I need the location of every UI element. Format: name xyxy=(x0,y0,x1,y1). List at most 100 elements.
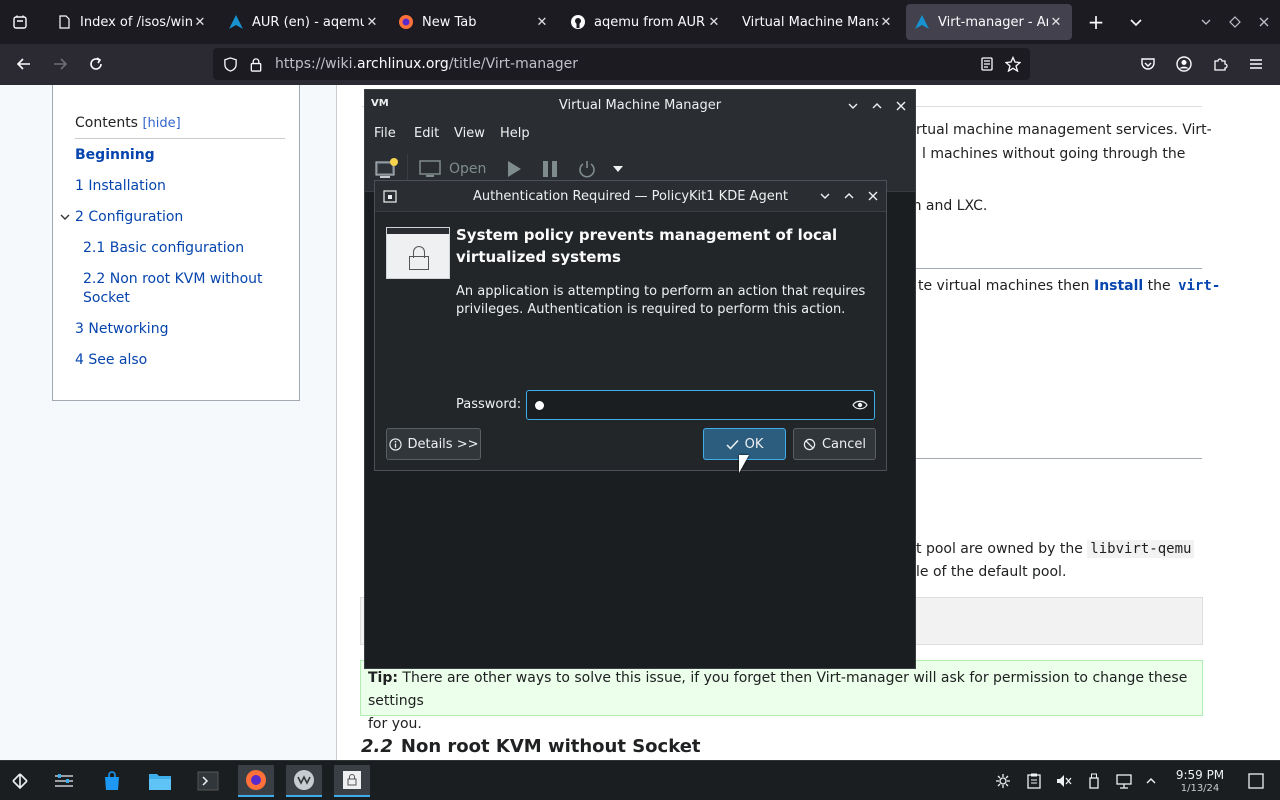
minimize-window-icon[interactable] xyxy=(1190,0,1222,44)
package-code: virt- xyxy=(1178,278,1221,294)
close-icon[interactable] xyxy=(863,186,883,206)
chevron-up-icon[interactable] xyxy=(1141,771,1161,791)
tab-virtual-machine-manager[interactable]: Virtual Machine Mana ✕ xyxy=(734,4,902,40)
tip-text: There are other ways to solve this issue… xyxy=(368,670,1188,709)
maximize-window-icon[interactable] xyxy=(1219,0,1251,44)
password-field[interactable] xyxy=(526,390,875,420)
taskbar-auth-agent[interactable] xyxy=(334,765,370,797)
new-vm-button[interactable] xyxy=(375,157,399,181)
system-settings-button[interactable] xyxy=(46,765,82,797)
taskbar-firefox[interactable] xyxy=(238,765,274,797)
back-button[interactable] xyxy=(8,48,40,80)
launcher-icon xyxy=(12,773,28,790)
ok-label: OK xyxy=(744,436,764,452)
chevron-down-icon[interactable] xyxy=(843,96,863,116)
tab-new-tab[interactable]: New Tab ✕ xyxy=(390,4,558,40)
toc-item-networking[interactable]: 3 Networking xyxy=(75,320,168,339)
clipboard-icon[interactable] xyxy=(1024,771,1044,791)
pause-vm-button[interactable] xyxy=(542,157,558,181)
application-launcher-button[interactable] xyxy=(2,765,38,797)
chevron-down-icon[interactable] xyxy=(815,186,835,206)
toc-item-basic-configuration[interactable]: 2.1 Basic configuration xyxy=(83,239,244,258)
tab-close-icon[interactable]: ✕ xyxy=(364,15,380,30)
file-manager-button[interactable] xyxy=(142,765,178,797)
pocket-icon xyxy=(1141,58,1155,70)
close-window-icon[interactable] xyxy=(1248,0,1280,44)
extensions-button[interactable] xyxy=(1204,48,1236,80)
kde-connect-icon[interactable] xyxy=(993,771,1013,791)
table-of-contents: Contents [hide] Beginning 1 Installation… xyxy=(52,85,300,401)
tab-close-icon[interactable]: ✕ xyxy=(878,15,894,30)
cancel-button[interactable]: Cancel xyxy=(793,428,876,460)
tab-aur-aqemu[interactable]: AUR (en) - aqemu ✕ xyxy=(220,4,388,40)
clock-date: 1/13/24 xyxy=(1180,783,1220,794)
cancel-label: Cancel xyxy=(821,436,867,452)
forward-button[interactable] xyxy=(44,48,76,80)
discover-button[interactable] xyxy=(94,765,130,797)
toc-item-configuration[interactable]: 2 Configuration xyxy=(75,208,183,227)
tip-label: Tip: xyxy=(368,670,398,686)
show-password-eye-icon[interactable] xyxy=(851,397,869,415)
reload-button[interactable] xyxy=(80,48,112,80)
chevron-up-icon[interactable] xyxy=(867,96,887,116)
app-menu-button[interactable] xyxy=(1240,48,1272,80)
tab-close-icon[interactable]: ✕ xyxy=(1048,15,1064,30)
menu-help[interactable]: Help xyxy=(500,126,530,141)
chevron-down-icon[interactable] xyxy=(60,212,70,222)
play-icon xyxy=(508,161,521,177)
shutdown-vm-button[interactable] xyxy=(578,157,596,181)
run-vm-button[interactable] xyxy=(506,157,522,181)
bookmark-star-icon[interactable] xyxy=(1000,48,1026,80)
digital-clock[interactable]: 9:59 PM 1/13/24 xyxy=(1172,768,1228,795)
shutdown-options-dropdown[interactable] xyxy=(613,157,623,181)
folder-icon xyxy=(149,774,171,790)
caret-down-icon xyxy=(613,166,623,172)
tab-title: Index of /isos/win xyxy=(80,14,192,30)
new-tab-icon[interactable]: + xyxy=(1080,0,1112,44)
taskbar-virt-manager[interactable] xyxy=(286,765,322,797)
details-label: Details >> xyxy=(407,436,479,452)
tab-aqemu-github[interactable]: aqemu from AUR ✕ xyxy=(562,4,730,40)
menu-view[interactable]: View xyxy=(454,126,485,141)
removable-device-icon[interactable] xyxy=(1084,771,1104,791)
tab-virt-manager-arch[interactable]: Virt-manager - Arc ✕ xyxy=(906,4,1072,40)
open-vm-button[interactable]: Open xyxy=(419,157,486,181)
tab-index-of-isos[interactable]: Index of /isos/win ✕ xyxy=(48,4,216,40)
show-desktop-icon[interactable] xyxy=(1246,771,1266,791)
volume-muted-icon[interactable] xyxy=(1054,771,1074,791)
firefox-view-button[interactable] xyxy=(0,0,40,44)
toc-item-see-also[interactable]: 4 See also xyxy=(75,351,147,370)
info-icon xyxy=(388,437,402,451)
toc-item-non-root-kvm[interactable]: 2.2 Non root KVM without xyxy=(83,270,263,289)
toc-hide-link[interactable]: [hide] xyxy=(142,116,180,131)
close-icon[interactable] xyxy=(891,96,911,116)
reader-view-icon[interactable] xyxy=(974,48,1000,80)
monitor-icon xyxy=(419,160,441,177)
firefox-icon xyxy=(246,770,266,790)
tab-close-icon[interactable]: ✕ xyxy=(192,15,208,30)
menu-edit[interactable]: Edit xyxy=(414,126,439,141)
tab-close-icon[interactable]: ✕ xyxy=(706,15,722,30)
toc-item-installation[interactable]: 1 Installation xyxy=(75,177,166,196)
vmm-window-title: Virtual Machine Manager xyxy=(558,98,722,113)
auth-dialog-title: Authentication Required — PolicyKit1 KDE… xyxy=(472,189,789,204)
auth-title-bar[interactable]: Authentication Required — PolicyKit1 KDE… xyxy=(375,181,886,212)
padlock-icon xyxy=(343,771,361,789)
terminal-button[interactable] xyxy=(190,765,226,797)
install-link[interactable]: Install xyxy=(1094,278,1143,294)
tab-title: Virtual Machine Mana xyxy=(742,14,878,30)
account-button[interactable] xyxy=(1168,48,1200,80)
pocket-button[interactable] xyxy=(1132,48,1164,80)
lock-icon[interactable] xyxy=(243,48,269,80)
menu-file[interactable]: File xyxy=(374,126,396,141)
chevron-up-icon[interactable] xyxy=(839,186,859,206)
list-all-tabs-icon[interactable] xyxy=(1120,0,1152,44)
toc-item-non-root-kvm-cont[interactable]: Socket xyxy=(83,289,130,308)
tab-close-icon[interactable]: ✕ xyxy=(534,15,550,30)
url-bar[interactable]: https://wiki.archlinux.org/title/Virt-ma… xyxy=(213,48,1030,80)
network-wired-icon[interactable] xyxy=(1114,771,1134,791)
details-button[interactable]: Details >> xyxy=(386,428,481,460)
toc-item-beginning[interactable]: Beginning xyxy=(75,146,155,165)
vmm-title-bar[interactable]: VM Virtual Machine Manager xyxy=(365,90,915,122)
shield-icon[interactable] xyxy=(217,48,243,80)
